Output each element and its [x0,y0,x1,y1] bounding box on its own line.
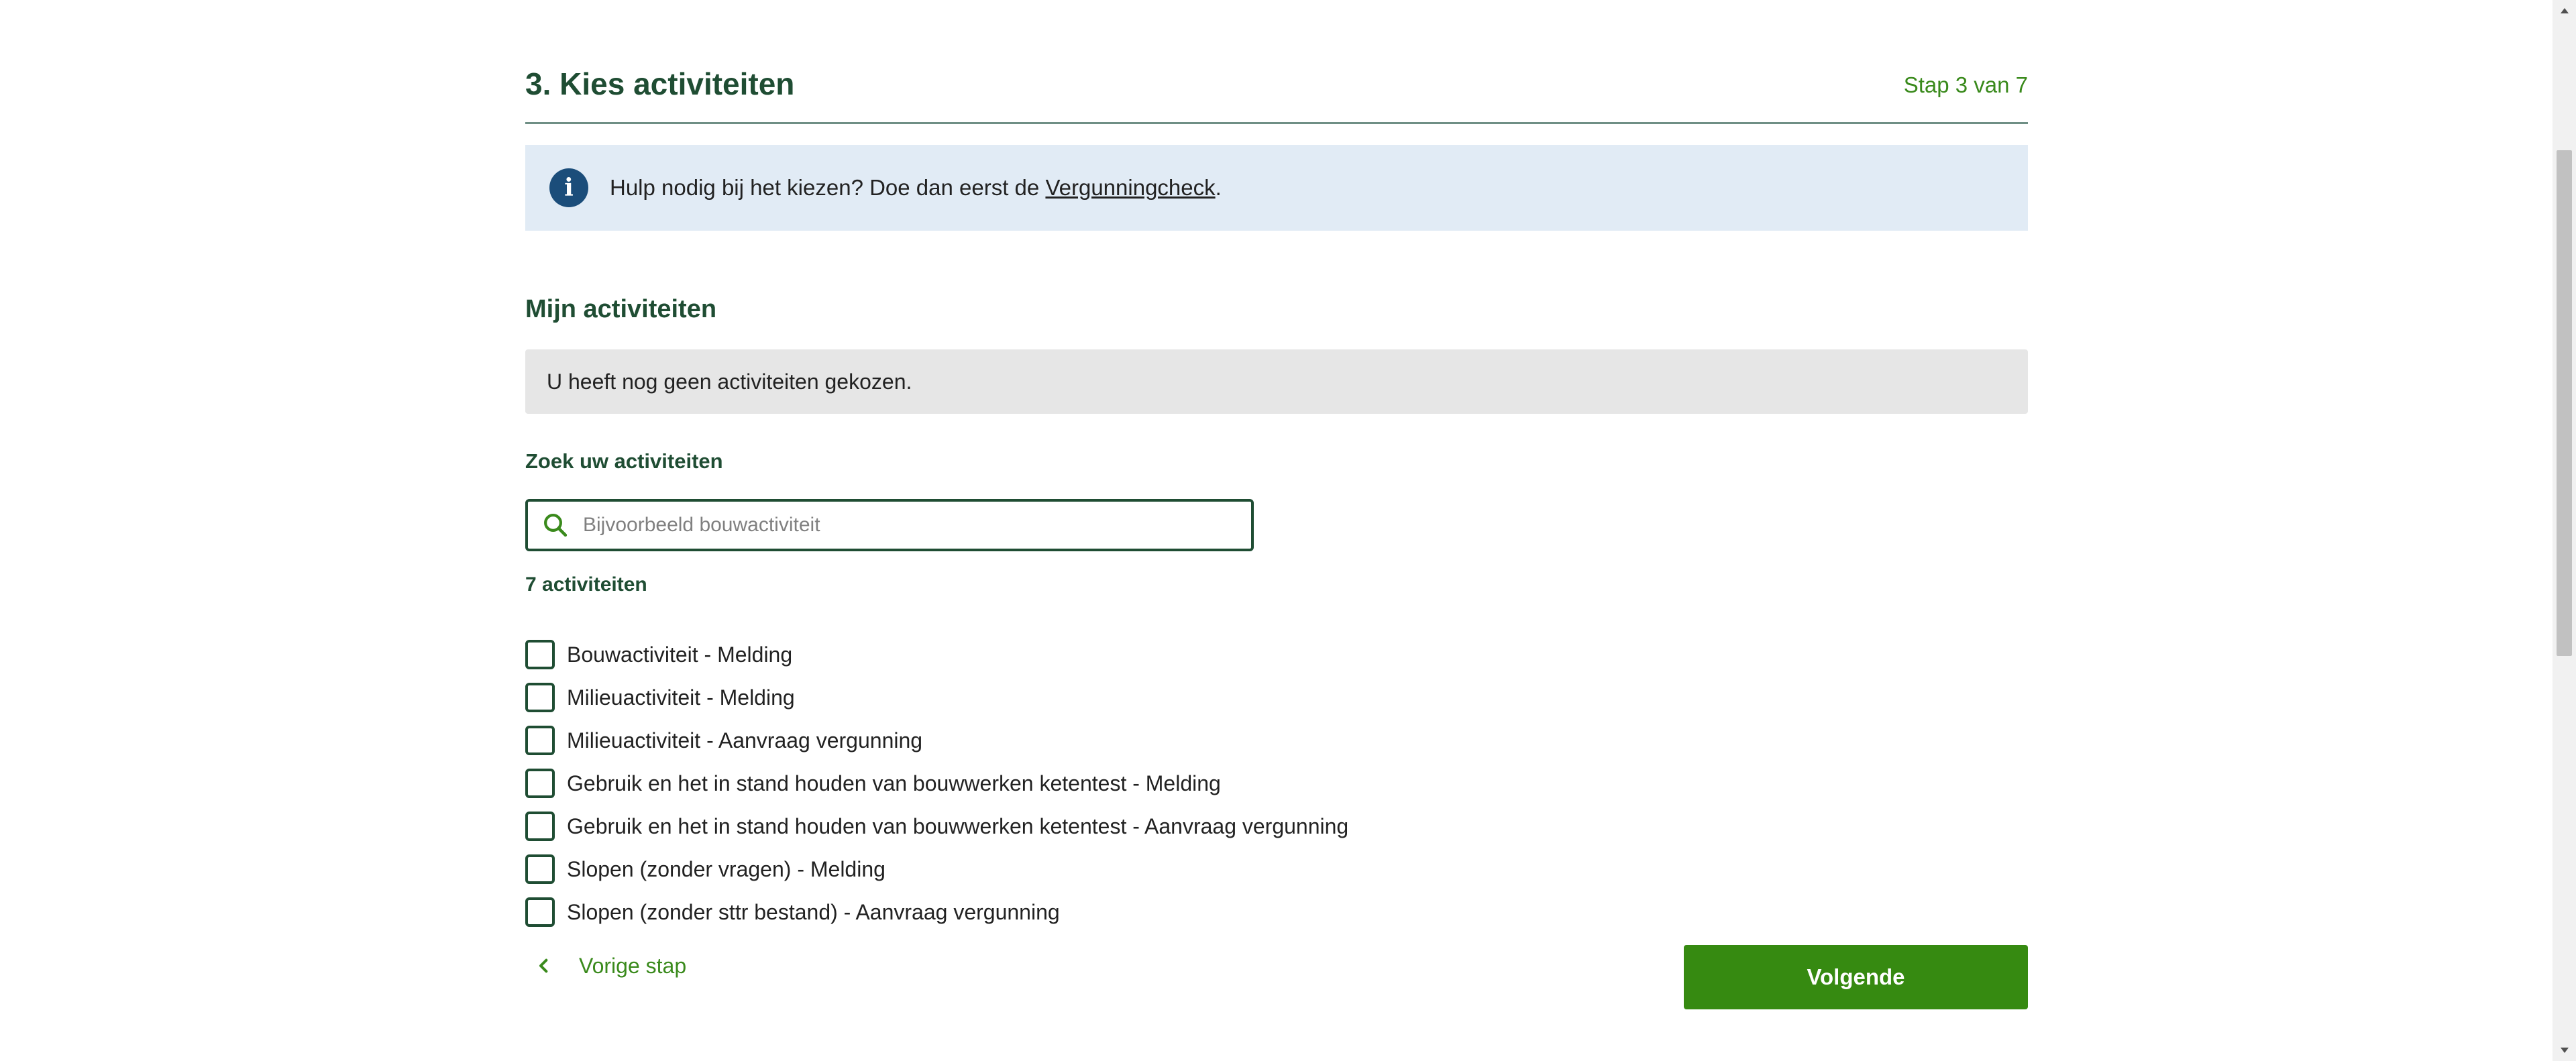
scroll-down-arrow-icon[interactable] [2553,1040,2576,1061]
info-text: Hulp nodig bij het kiezen? Doe dan eerst… [610,175,1222,201]
info-banner: i Hulp nodig bij het kiezen? Doe dan eer… [525,145,2028,231]
my-activities-heading: Mijn activiteiten [525,295,717,323]
info-icon: i [549,168,588,207]
activity-label[interactable]: Slopen (zonder sttr bestand) - Aanvraag … [567,900,1060,925]
scroll-up-arrow-icon[interactable] [2553,0,2576,21]
activity-item[interactable]: Bouwactiviteit - Melding [525,633,1348,676]
activity-item[interactable]: Slopen (zonder sttr bestand) - Aanvraag … [525,891,1348,934]
activity-item[interactable]: Milieuactiviteit - Melding [525,676,1348,719]
vergunningcheck-link[interactable]: Vergunningcheck [1045,175,1215,200]
activity-checkbox[interactable] [525,683,555,712]
info-text-before: Hulp nodig bij het kiezen? Doe dan eerst… [610,175,1046,200]
activity-checkbox[interactable] [525,854,555,884]
step-header: 3. Kies activiteiten Stap 3 van 7 [525,60,2028,124]
previous-step-link[interactable]: Vorige stap [525,952,686,979]
search-input[interactable] [582,513,1188,537]
chevron-left-icon [539,958,548,973]
activity-checkbox[interactable] [525,769,555,798]
next-button[interactable]: Volgende [1684,945,2028,1009]
activity-list: Bouwactiviteit - Melding Milieuactivitei… [525,633,1348,934]
activity-label[interactable]: Bouwactiviteit - Melding [567,643,792,667]
scrollbar-thumb[interactable] [2557,150,2572,656]
vertical-scrollbar[interactable] [2553,0,2576,1061]
previous-step-label: Vorige stap [579,953,687,978]
search-label: Zoek uw activiteiten [525,449,723,473]
activity-label[interactable]: Milieuactiviteit - Aanvraag vergunning [567,728,922,753]
activity-item[interactable]: Milieuactiviteit - Aanvraag vergunning [525,719,1348,762]
activity-label[interactable]: Gebruik en het in stand houden van bouww… [567,814,1348,839]
search-field[interactable] [525,499,1254,551]
activity-label[interactable]: Slopen (zonder vragen) - Melding [567,857,885,882]
activity-checkbox[interactable] [525,726,555,755]
info-text-after: . [1215,175,1222,200]
search-icon [544,514,568,537]
activity-item[interactable]: Gebruik en het in stand houden van bouww… [525,762,1348,805]
activity-item[interactable]: Gebruik en het in stand houden van bouww… [525,805,1348,848]
activity-item[interactable]: Slopen (zonder vragen) - Melding [525,848,1348,891]
activity-checkbox[interactable] [525,640,555,669]
step-counter: Stap 3 van 7 [1903,72,2028,97]
activity-checkbox[interactable] [525,812,555,841]
result-count: 7 activiteiten [525,573,647,596]
activity-label[interactable]: Gebruik en het in stand houden van bouww… [567,771,1221,796]
activity-checkbox[interactable] [525,897,555,927]
page: 3. Kies activiteiten Stap 3 van 7 i Hulp… [0,0,2576,1061]
activity-label[interactable]: Milieuactiviteit - Melding [567,685,795,710]
no-activities-message-box: U heeft nog geen activiteiten gekozen. [525,349,2028,414]
page-title: 3. Kies activiteiten [525,66,795,101]
no-activities-message: U heeft nog geen activiteiten gekozen. [547,369,912,394]
